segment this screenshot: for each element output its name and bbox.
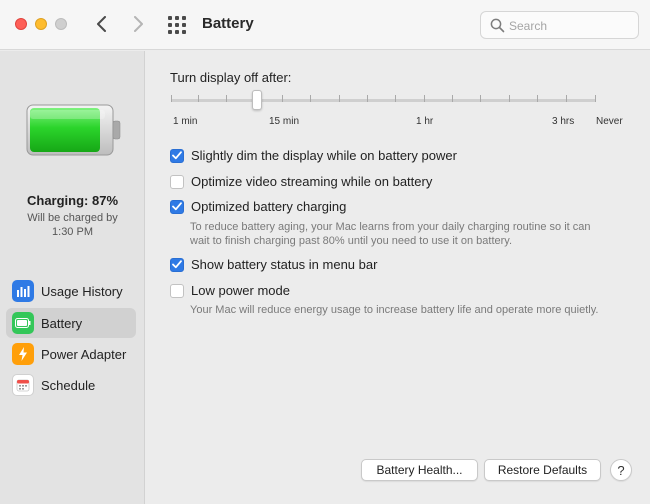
- lightning-icon: [12, 343, 34, 365]
- show-battery-status-label: Show battery status in menu bar: [191, 257, 378, 272]
- optimized-charging-description-line-1: To reduce battery aging, your Mac learns…: [190, 221, 591, 233]
- sidebar: Charging: 87% Will be charged by 1:30 PM…: [0, 51, 145, 504]
- low-power-mode-description: Your Mac will reduce energy usage to inc…: [190, 304, 599, 316]
- slider-tick: [509, 95, 510, 102]
- battery-settings-panel: Turn display off after: 1 min 15 min 1 h…: [146, 51, 650, 504]
- restore-defaults-button[interactable]: Restore Defaults: [484, 459, 601, 481]
- sidebar-item-power-adapter[interactable]: Power Adapter: [6, 339, 136, 369]
- slider-tick: [452, 95, 453, 102]
- sidebar-item-label: Usage History: [41, 283, 123, 299]
- slider-tick: [198, 95, 199, 102]
- search-input[interactable]: [509, 16, 633, 35]
- slider-tick: [171, 95, 172, 102]
- optimized-charging-label: Optimized battery charging: [191, 199, 347, 214]
- show-battery-status-option[interactable]: Show battery status in menu bar: [170, 257, 377, 272]
- checkmark-icon: [172, 202, 182, 211]
- chevron-right-icon: [134, 16, 143, 32]
- optimized-charging-description-line-2: wait to finish charging past 80% until y…: [190, 235, 513, 247]
- sidebar-item-schedule[interactable]: Schedule: [6, 370, 136, 400]
- minimize-window-button[interactable]: [35, 18, 47, 30]
- slider-tick: [282, 95, 283, 102]
- checkmark-icon: [172, 260, 182, 269]
- sidebar-item-label: Battery: [41, 315, 83, 331]
- slider-label-15-min: 15 min: [269, 116, 300, 127]
- low-power-mode-checkbox[interactable]: [170, 283, 184, 298]
- close-window-button[interactable]: [15, 18, 27, 30]
- chevron-left-icon: [97, 16, 106, 32]
- optimize-video-option[interactable]: Optimize video streaming while on batter…: [170, 174, 432, 189]
- charging-estimate: Will be charged by 1:30 PM: [0, 211, 145, 239]
- search-icon: [490, 18, 505, 33]
- window-title: Battery: [202, 15, 254, 32]
- charging-estimate-time: 1:30 PM: [52, 226, 93, 238]
- show-battery-status-checkbox[interactable]: [170, 257, 184, 272]
- slider-tick: [566, 95, 567, 102]
- battery-icon: [12, 312, 34, 334]
- dim-display-checkbox[interactable]: [170, 148, 184, 163]
- slider-tick: [226, 95, 227, 102]
- sidebar-item-label: Schedule: [41, 377, 96, 393]
- slider-tick: [310, 95, 311, 102]
- battery-preferences-window: Battery Search Charging: 87% Will be cha…: [0, 0, 650, 504]
- zoom-window-button[interactable]: [55, 18, 67, 30]
- title-bar: Battery: [0, 0, 650, 50]
- bar-chart-icon: [12, 280, 34, 302]
- slider-tick: [537, 95, 538, 102]
- slider-label-never: Never: [596, 116, 623, 127]
- slider-tick: [395, 95, 396, 102]
- slider-tick: [339, 95, 340, 102]
- optimized-charging-option[interactable]: Optimized battery charging: [170, 199, 346, 214]
- checkmark-icon: [172, 151, 182, 160]
- slider-tick: [480, 95, 481, 102]
- sidebar-item-label: Power Adapter: [41, 346, 127, 362]
- charging-estimate-line-1: Will be charged by: [27, 212, 118, 224]
- forward-button[interactable]: [126, 12, 150, 36]
- calendar-icon: [12, 374, 34, 396]
- optimized-charging-checkbox[interactable]: [170, 199, 184, 214]
- optimize-video-checkbox[interactable]: [170, 174, 184, 189]
- back-button[interactable]: [90, 12, 114, 36]
- display-off-slider-track[interactable]: [171, 99, 596, 102]
- sidebar-item-battery[interactable]: Battery: [6, 308, 136, 338]
- help-button[interactable]: ?: [610, 459, 632, 481]
- dim-display-label: Slightly dim the display while on batter…: [191, 148, 457, 163]
- battery-status-icon: [26, 104, 121, 156]
- slider-tick: [595, 95, 596, 102]
- battery-health-button[interactable]: Battery Health...: [361, 459, 478, 481]
- sidebar-item-usage-history[interactable]: Usage History: [6, 276, 136, 306]
- low-power-mode-option[interactable]: Low power mode: [170, 283, 290, 298]
- display-off-label: Turn display off after:: [170, 70, 292, 85]
- slider-tick: [367, 95, 368, 102]
- dim-display-option[interactable]: Slightly dim the display while on batter…: [170, 148, 457, 163]
- slider-label-3-hrs: 3 hrs: [552, 116, 575, 127]
- low-power-mode-label: Low power mode: [191, 283, 290, 298]
- optimize-video-label: Optimize video streaming while on batter…: [191, 174, 433, 189]
- optimized-charging-description: To reduce battery aging, your Mac learns…: [190, 220, 630, 248]
- show-all-grid-icon[interactable]: [167, 15, 187, 35]
- search-field[interactable]: [480, 11, 639, 39]
- slider-tick: [424, 95, 425, 102]
- slider-label-1-hr: 1 hr: [416, 116, 434, 127]
- charging-status: Charging: 87%: [26, 193, 118, 208]
- display-off-slider-knob[interactable]: [252, 90, 262, 110]
- slider-label-1-min: 1 min: [173, 116, 198, 127]
